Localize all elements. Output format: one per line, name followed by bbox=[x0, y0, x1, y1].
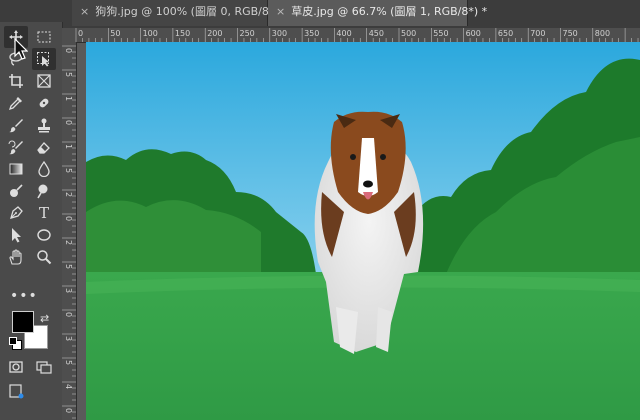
frame-tool[interactable] bbox=[32, 70, 56, 92]
ruler-label: 100 bbox=[142, 29, 158, 38]
document-tab-dog[interactable]: × 狗狗.jpg @ 100% (圖層 0, RGB/8#) * bbox=[72, 0, 291, 26]
ruler-label: 0 bbox=[64, 408, 73, 414]
ruler-label: 3 bbox=[64, 336, 73, 342]
ruler-label: 550 bbox=[433, 29, 449, 38]
healing-brush-tool[interactable] bbox=[32, 92, 56, 114]
crop-tool[interactable] bbox=[4, 70, 28, 92]
pen-tool[interactable] bbox=[4, 202, 28, 224]
ruler-label: 200 bbox=[207, 29, 223, 38]
object-selection-tool[interactable] bbox=[32, 48, 56, 70]
quick-mask-button[interactable] bbox=[4, 356, 28, 378]
ruler-label: 5 bbox=[64, 168, 73, 174]
arrow-icon bbox=[12, 228, 21, 243]
zoom-tool[interactable] bbox=[32, 246, 56, 268]
tools-panel: T ••• ⇄ bbox=[0, 22, 63, 420]
ruler-label: 300 bbox=[271, 29, 288, 38]
screen-mode-icon bbox=[36, 361, 52, 374]
object-selection-icon bbox=[37, 52, 49, 67]
foreground-color-swatch[interactable] bbox=[12, 311, 34, 333]
tab-label: 狗狗.jpg @ 100% (圖層 0, RGB/8#) * bbox=[95, 5, 292, 18]
document-tab-grass[interactable]: × 草皮.jpg @ 66.7% (圖層 1, RGB/8*) * bbox=[268, 0, 487, 26]
ruler-label: 450 bbox=[368, 29, 384, 38]
horizontal-ruler[interactable]: 0 50 100 150 200 250 300 350 400 450 500 550 600 650 7… bbox=[62, 28, 640, 43]
mouse-cursor-icon bbox=[14, 38, 28, 60]
ruler-label: 0 bbox=[64, 216, 73, 222]
path-selection-tool[interactable] bbox=[4, 224, 28, 246]
gradient-icon bbox=[9, 163, 23, 175]
canvas-image bbox=[86, 42, 640, 420]
blur-drop-icon bbox=[38, 161, 50, 177]
ruler-label: 0 bbox=[64, 312, 73, 318]
close-tab-icon[interactable]: × bbox=[80, 0, 89, 24]
ruler-label: 500 bbox=[401, 29, 417, 38]
screen-mode-button[interactable] bbox=[32, 356, 56, 378]
close-tab-icon[interactable]: × bbox=[276, 0, 285, 24]
ruler-label: 250 bbox=[239, 29, 255, 38]
eraser-tool[interactable] bbox=[32, 136, 56, 158]
marquee-tool[interactable] bbox=[32, 26, 56, 48]
ruler-label: 650 bbox=[497, 29, 514, 38]
eyedropper-tool[interactable] bbox=[4, 92, 28, 114]
ruler-label: 0 bbox=[64, 48, 73, 54]
frame-icon bbox=[37, 74, 51, 88]
ruler-label: 750 bbox=[562, 29, 578, 38]
ruler-label: 600 bbox=[465, 29, 481, 38]
default-colors-icon[interactable] bbox=[9, 337, 22, 350]
eyedropper-icon bbox=[8, 97, 22, 111]
pen-icon bbox=[10, 206, 23, 219]
share-icon bbox=[9, 384, 24, 399]
gradient-tool[interactable] bbox=[4, 158, 28, 180]
tab-label: 草皮.jpg @ 66.7% (圖層 1, RGB/8*) * bbox=[291, 5, 488, 18]
ruler-label: 50 bbox=[110, 29, 121, 38]
crop-icon bbox=[9, 74, 23, 88]
rectangular-marquee-icon bbox=[37, 31, 51, 43]
history-brush-icon bbox=[8, 140, 23, 155]
ellipse-tool[interactable] bbox=[32, 224, 56, 246]
brush-tool[interactable] bbox=[4, 114, 28, 136]
hand-tool[interactable] bbox=[4, 246, 28, 268]
ruler-label: 0 bbox=[64, 120, 73, 126]
healing-brush-icon bbox=[39, 98, 49, 108]
burn-tool[interactable] bbox=[32, 180, 56, 202]
document-tab-bar: × 狗狗.jpg @ 100% (圖層 0, RGB/8#) * × 草皮.jpg … bbox=[0, 0, 640, 28]
ruler-label: 4 bbox=[64, 384, 73, 390]
ruler-label: 1 bbox=[64, 144, 73, 150]
ruler-label: 700 bbox=[530, 29, 546, 38]
ellipse-icon bbox=[37, 229, 51, 241]
ruler-label: 0 bbox=[78, 29, 84, 38]
ruler-label: 3 bbox=[64, 288, 73, 294]
ruler-label: 5 bbox=[64, 72, 73, 78]
quick-mask-icon bbox=[9, 361, 23, 373]
ruler-label: 400 bbox=[336, 29, 352, 38]
ruler-label: 800 bbox=[594, 29, 611, 38]
blur-tool[interactable] bbox=[32, 158, 56, 180]
share-button[interactable] bbox=[4, 380, 28, 402]
history-brush-tool[interactable] bbox=[4, 136, 28, 158]
brush-icon bbox=[9, 119, 23, 133]
type-icon: T bbox=[38, 204, 49, 222]
ruler-label: 5 bbox=[64, 360, 73, 366]
type-tool[interactable]: T bbox=[32, 202, 56, 224]
ruler-label: 2 bbox=[64, 192, 73, 198]
more-tools-icon[interactable]: ••• bbox=[10, 288, 38, 304]
dodge-icon bbox=[10, 184, 23, 197]
ruler-label: 1 bbox=[64, 96, 73, 102]
hand-icon bbox=[9, 249, 22, 265]
ruler-label: 350 bbox=[304, 29, 320, 38]
zoom-icon bbox=[37, 250, 52, 265]
eraser-icon bbox=[37, 142, 50, 154]
ruler-label: 5 bbox=[64, 264, 73, 270]
ruler-label: 150 bbox=[174, 29, 191, 38]
vertical-ruler[interactable]: 0510152025303540 bbox=[62, 42, 77, 420]
dodge-tool[interactable] bbox=[4, 180, 28, 202]
burn-icon bbox=[37, 184, 48, 199]
document-canvas[interactable] bbox=[86, 42, 640, 420]
swap-colors-icon[interactable]: ⇄ bbox=[40, 312, 49, 325]
ruler-label: 2 bbox=[64, 240, 73, 246]
clone-stamp-tool[interactable] bbox=[32, 114, 56, 136]
stamp-icon bbox=[38, 118, 50, 133]
